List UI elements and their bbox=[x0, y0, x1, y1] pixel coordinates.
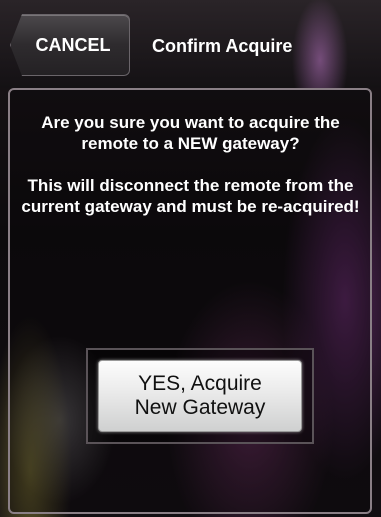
yes-button-label-line2: New Gateway bbox=[134, 396, 266, 419]
cancel-button[interactable]: CANCEL bbox=[10, 14, 130, 76]
warning-text: This will disconnect the remote from the… bbox=[21, 176, 360, 216]
header-bar: CANCEL Confirm Acquire bbox=[0, 0, 381, 88]
question-text: Are you sure you want to acquire the rem… bbox=[41, 113, 340, 153]
yes-button-label-line1: YES, Acquire bbox=[138, 372, 262, 395]
screen: CANCEL Confirm Acquire Are you sure you … bbox=[0, 0, 381, 517]
page-title: Confirm Acquire bbox=[152, 36, 293, 56]
cancel-button-label: CANCEL bbox=[35, 34, 111, 55]
yes-acquire-button[interactable]: YES, Acquire New Gateway bbox=[98, 360, 302, 432]
confirmation-message: Are you sure you want to acquire the rem… bbox=[20, 112, 361, 238]
